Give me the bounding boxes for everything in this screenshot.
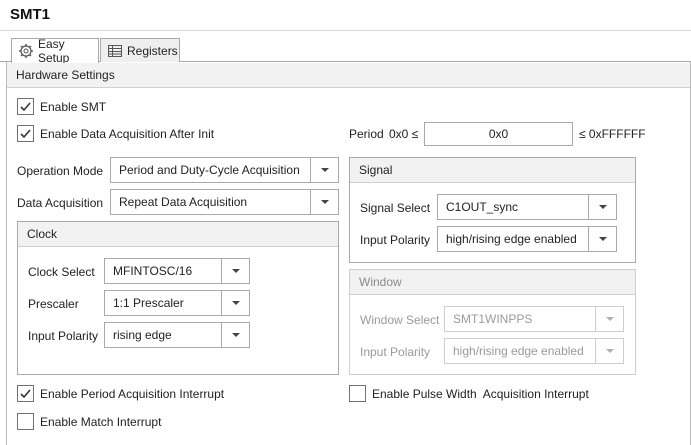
period-acq-interrupt-checkbox[interactable] bbox=[17, 385, 34, 402]
signal-input-polarity-label: Input Polarity bbox=[360, 233, 431, 247]
enable-smt-label: Enable SMT bbox=[40, 99, 107, 114]
clock-input-polarity-dropdown[interactable]: rising edge bbox=[104, 322, 250, 348]
pulse-width-interrupt-label: Enable Pulse Width Acquisition Interrupt bbox=[372, 386, 589, 401]
clock-input-polarity-label: Input Polarity bbox=[28, 329, 99, 343]
period-acq-interrupt-label: Enable Period Acquisition Interrupt bbox=[40, 386, 225, 401]
prescaler-dropdown[interactable]: 1:1 Prescaler bbox=[104, 290, 250, 316]
signal-select-label: Signal Select bbox=[360, 201, 431, 215]
clock-select-dropdown[interactable]: MFINTOSC/16 bbox=[104, 258, 250, 284]
window-select-label: Window Select bbox=[360, 313, 440, 327]
window-panel-header: Window bbox=[350, 270, 635, 295]
window-title: SMT1 bbox=[10, 6, 51, 23]
tab-easy-setup-label: Easy Setup bbox=[38, 37, 70, 65]
tab-easy-setup[interactable]: Easy Setup bbox=[11, 37, 99, 65]
match-interrupt-checkbox[interactable] bbox=[17, 413, 34, 430]
chevron-down-icon[interactable] bbox=[221, 259, 249, 283]
enable-data-acq-label: Enable Data Acquisition After Init bbox=[40, 126, 215, 141]
hardware-settings-header: Hardware Settings bbox=[7, 63, 690, 88]
signal-panel-header: Signal bbox=[350, 158, 635, 183]
chevron-down-icon[interactable] bbox=[221, 323, 249, 347]
title-divider bbox=[0, 30, 691, 31]
period-min-label: 0x0 ≤ bbox=[389, 127, 419, 141]
period-input[interactable]: 0x0 bbox=[424, 122, 573, 146]
clock-panel-header: Clock bbox=[18, 222, 338, 247]
signal-select-value: C1OUT_sync bbox=[446, 200, 519, 214]
enable-data-acq-checkbox[interactable] bbox=[17, 125, 34, 142]
data-acquisition-label: Data Acquisition bbox=[17, 196, 104, 210]
signal-select-dropdown[interactable]: C1OUT_sync bbox=[437, 194, 617, 220]
operation-mode-label: Operation Mode bbox=[17, 164, 104, 178]
enable-smt-row[interactable]: Enable SMT bbox=[17, 98, 106, 115]
window-select-value: SMT1WINPPS bbox=[453, 312, 533, 326]
chevron-down-icon[interactable] bbox=[310, 158, 338, 182]
tab-registers[interactable]: Registers bbox=[100, 38, 180, 62]
window-select-dropdown[interactable]: SMT1WINPPS bbox=[444, 306, 624, 332]
gear-icon bbox=[18, 43, 34, 59]
chevron-down-icon[interactable] bbox=[310, 190, 338, 214]
signal-input-polarity-value: high/rising edge enabled bbox=[446, 232, 577, 246]
chevron-down-icon[interactable] bbox=[221, 291, 249, 315]
enable-data-acq-row[interactable]: Enable Data Acquisition After Init bbox=[17, 125, 214, 142]
prescaler-label: Prescaler bbox=[28, 297, 79, 311]
data-acquisition-value: Repeat Data Acquisition bbox=[119, 195, 248, 209]
enable-smt-checkbox[interactable] bbox=[17, 98, 34, 115]
match-interrupt-label: Enable Match Interrupt bbox=[40, 414, 162, 429]
clock-input-polarity-value: rising edge bbox=[113, 328, 172, 342]
prescaler-value: 1:1 Prescaler bbox=[113, 296, 184, 310]
match-interrupt-row[interactable]: Enable Match Interrupt bbox=[17, 413, 161, 430]
table-icon bbox=[107, 43, 123, 59]
tab-strip: Easy Setup Registers bbox=[0, 37, 691, 65]
chevron-down-icon[interactable] bbox=[595, 307, 623, 331]
data-acquisition-dropdown[interactable]: Repeat Data Acquisition bbox=[110, 189, 339, 215]
period-max-label: ≤ 0xFFFFFF bbox=[579, 127, 646, 141]
period-acq-interrupt-row[interactable]: Enable Period Acquisition Interrupt bbox=[17, 385, 224, 402]
pulse-width-interrupt-row[interactable]: Enable Pulse Width Acquisition Interrupt bbox=[349, 385, 589, 402]
signal-input-polarity-dropdown[interactable]: high/rising edge enabled bbox=[437, 226, 617, 252]
tab-registers-label: Registers bbox=[127, 43, 178, 58]
pulse-width-interrupt-checkbox[interactable] bbox=[349, 385, 366, 402]
operation-mode-dropdown[interactable]: Period and Duty-Cycle Acquisition bbox=[110, 157, 339, 183]
chevron-down-icon[interactable] bbox=[595, 339, 623, 363]
chevron-down-icon[interactable] bbox=[588, 227, 616, 251]
chevron-down-icon[interactable] bbox=[588, 195, 616, 219]
period-label: Period bbox=[349, 127, 384, 141]
operation-mode-value: Period and Duty-Cycle Acquisition bbox=[119, 163, 300, 177]
window-input-polarity-dropdown[interactable]: high/rising edge enabled bbox=[444, 338, 624, 364]
window-input-polarity-label: Input Polarity bbox=[360, 345, 431, 359]
clock-select-value: MFINTOSC/16 bbox=[113, 264, 193, 278]
window-input-polarity-value: high/rising edge enabled bbox=[453, 344, 584, 358]
clock-select-label: Clock Select bbox=[28, 265, 95, 279]
